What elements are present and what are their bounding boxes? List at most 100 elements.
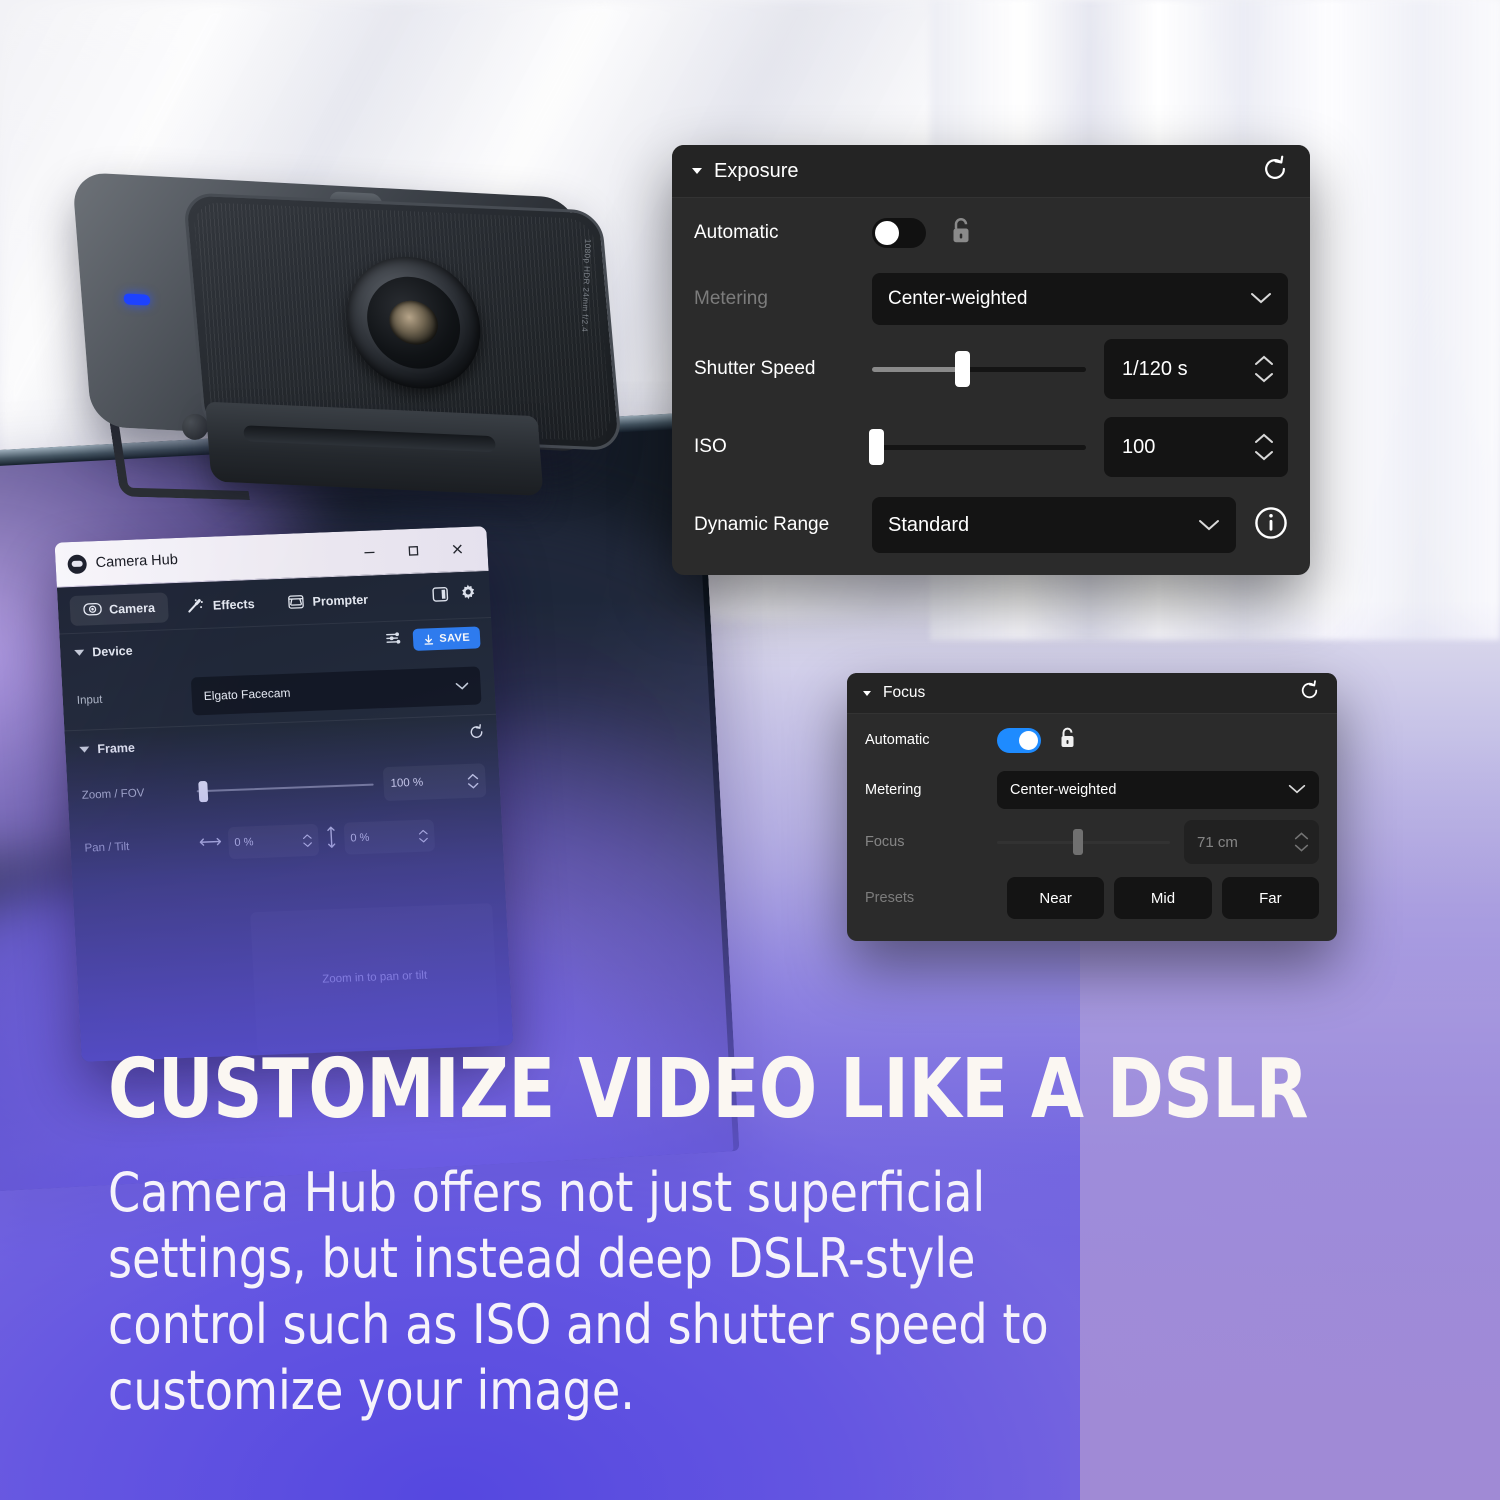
chevron-down-icon[interactable] — [692, 168, 702, 174]
prompter-icon — [286, 594, 306, 611]
stepper-arrows[interactable] — [467, 773, 479, 789]
app-logo-icon — [67, 553, 88, 574]
reset-icon[interactable] — [1298, 679, 1321, 707]
gear-icon[interactable] — [458, 583, 478, 608]
exposure-shutter-row: Shutter Speed 1/120 s — [672, 330, 1310, 408]
device-section-title: Device — [91, 643, 133, 660]
exposure-metering-select[interactable]: Center-weighted — [872, 273, 1288, 325]
zoom-fov-value: 100 % — [390, 776, 424, 790]
chevron-down-icon[interactable] — [863, 690, 871, 696]
vertical-arrows-icon — [325, 825, 338, 852]
focus-preset-far-button[interactable]: Far — [1221, 877, 1319, 919]
pan-tilt-preview: Zoom in to pan or tilt — [250, 903, 500, 1053]
page-body-copy: Camera Hub offers not just superficial s… — [108, 1161, 1049, 1422]
chevron-down-icon — [1255, 451, 1273, 461]
pan-tilt-hint: Zoom in to pan or tilt — [322, 969, 428, 986]
dynamic-range-select[interactable]: Standard — [872, 497, 1236, 553]
maximize-button[interactable] — [391, 534, 437, 568]
pan-value: 0 % — [234, 836, 254, 849]
focus-distance-stepper[interactable]: 71 cm — [1184, 820, 1319, 864]
focus-distance-label: Focus — [865, 834, 905, 850]
focus-automatic-toggle[interactable] — [997, 727, 1041, 753]
exposure-panel-title: Exposure — [714, 159, 799, 182]
chevron-up-icon — [1255, 433, 1273, 443]
input-value: Elgato Facecam — [203, 685, 291, 704]
stepper-arrows[interactable] — [418, 829, 429, 843]
exposure-panel[interactable]: Exposure Automatic Metering Center-weigh… — [672, 145, 1310, 575]
focus-distance-slider[interactable] — [997, 828, 1170, 856]
focus-panel-title: Focus — [883, 684, 926, 701]
chevron-up-icon — [1255, 355, 1273, 365]
input-select[interactable]: Elgato Facecam — [190, 666, 482, 716]
focus-preset-near-button[interactable]: Near — [1007, 877, 1105, 919]
stepper-arrows[interactable] — [1294, 832, 1315, 852]
focus-automatic-row: Automatic — [847, 714, 1337, 766]
focus-panel-header[interactable]: Focus — [847, 673, 1337, 714]
stepper-arrows[interactable] — [302, 833, 313, 847]
focus-metering-select[interactable]: Center-weighted — [997, 771, 1319, 809]
chevron-up-icon — [467, 773, 479, 780]
minimize-button[interactable] — [347, 536, 393, 570]
exposure-metering-row: Metering Center-weighted — [672, 268, 1310, 330]
tab-prompter-label: Prompter — [312, 592, 369, 609]
stepper-arrows[interactable] — [1254, 433, 1282, 461]
shutter-speed-slider[interactable] — [872, 351, 1086, 387]
panel-toggle-icon[interactable] — [431, 586, 449, 609]
window-title: Camera Hub — [95, 551, 179, 572]
tab-camera[interactable]: Camera — [69, 592, 169, 627]
focus-preset-far-label: Far — [1259, 889, 1282, 907]
tab-prompter[interactable]: Prompter — [273, 584, 382, 618]
chevron-down-icon — [455, 679, 469, 693]
shutter-speed-stepper[interactable]: 1/120 s — [1104, 339, 1288, 399]
shutter-speed-value: 1/120 s — [1122, 357, 1188, 380]
close-button[interactable] — [435, 532, 481, 566]
unlocked-padlock-icon[interactable] — [1057, 726, 1078, 755]
input-label: Input — [76, 693, 103, 707]
chevron-down-icon — [79, 746, 90, 753]
focus-panel[interactable]: Focus Automatic Metering Center-weighted… — [847, 673, 1337, 941]
exposure-iso-row: ISO 100 — [672, 408, 1310, 486]
reset-icon[interactable] — [468, 723, 486, 746]
focus-distance-value: 71 cm — [1197, 833, 1238, 851]
camera-hub-window[interactable]: Camera Hub Camera Effects Prompter Devic… — [54, 526, 514, 1062]
chevron-down-icon — [1288, 782, 1306, 798]
focus-preset-near-label: Near — [1039, 889, 1072, 907]
iso-value: 100 — [1122, 435, 1156, 458]
pan-stepper[interactable]: 0 % — [227, 823, 320, 860]
chevron-down-icon — [303, 841, 312, 847]
focus-preset-mid-label: Mid — [1150, 889, 1176, 907]
save-button[interactable]: SAVE — [412, 626, 481, 651]
webcam-status-led — [123, 293, 151, 306]
exposure-automatic-toggle[interactable] — [872, 218, 926, 248]
sliders-icon[interactable] — [386, 630, 404, 651]
webcam-product-photo: 1080p HDR 24mm f/2.4 — [63, 144, 647, 517]
zoom-fov-stepper[interactable]: 100 % — [382, 763, 487, 802]
camera-hub-content: Camera Effects Prompter Device SAVE Inpu… — [56, 571, 514, 1062]
chevron-down-icon — [1294, 844, 1309, 852]
reset-icon[interactable] — [1260, 154, 1290, 189]
frame-section-title: Frame — [97, 740, 136, 757]
tab-effects[interactable]: Effects — [173, 589, 268, 623]
iso-slider[interactable] — [869, 429, 1086, 465]
info-icon[interactable] — [1254, 506, 1288, 545]
focus-automatic-label: Automatic — [865, 732, 930, 748]
webcam-mount-clip — [205, 401, 544, 496]
chevron-up-icon — [302, 833, 312, 839]
chevron-down-icon — [419, 837, 428, 843]
exposure-panel-header[interactable]: Exposure — [672, 145, 1310, 198]
iso-stepper[interactable]: 100 — [1104, 417, 1288, 477]
iso-label: ISO — [694, 436, 727, 457]
zoom-fov-slider[interactable] — [196, 775, 374, 802]
focus-preset-mid-button[interactable]: Mid — [1114, 877, 1212, 919]
chevron-down-icon — [74, 649, 85, 656]
stepper-arrows[interactable] — [1254, 355, 1282, 383]
webcam-lens-barrel — [363, 274, 464, 371]
exposure-metering-label: Metering — [694, 288, 768, 309]
focus-metering-label: Metering — [865, 782, 922, 798]
unlocked-padlock-icon[interactable] — [948, 216, 974, 251]
download-icon — [424, 634, 434, 645]
exposure-automatic-label: Automatic — [694, 222, 779, 243]
webcam-lens-glass — [387, 299, 440, 346]
dynamic-range-value: Standard — [888, 513, 970, 536]
tilt-stepper[interactable]: 0 % — [343, 819, 436, 855]
